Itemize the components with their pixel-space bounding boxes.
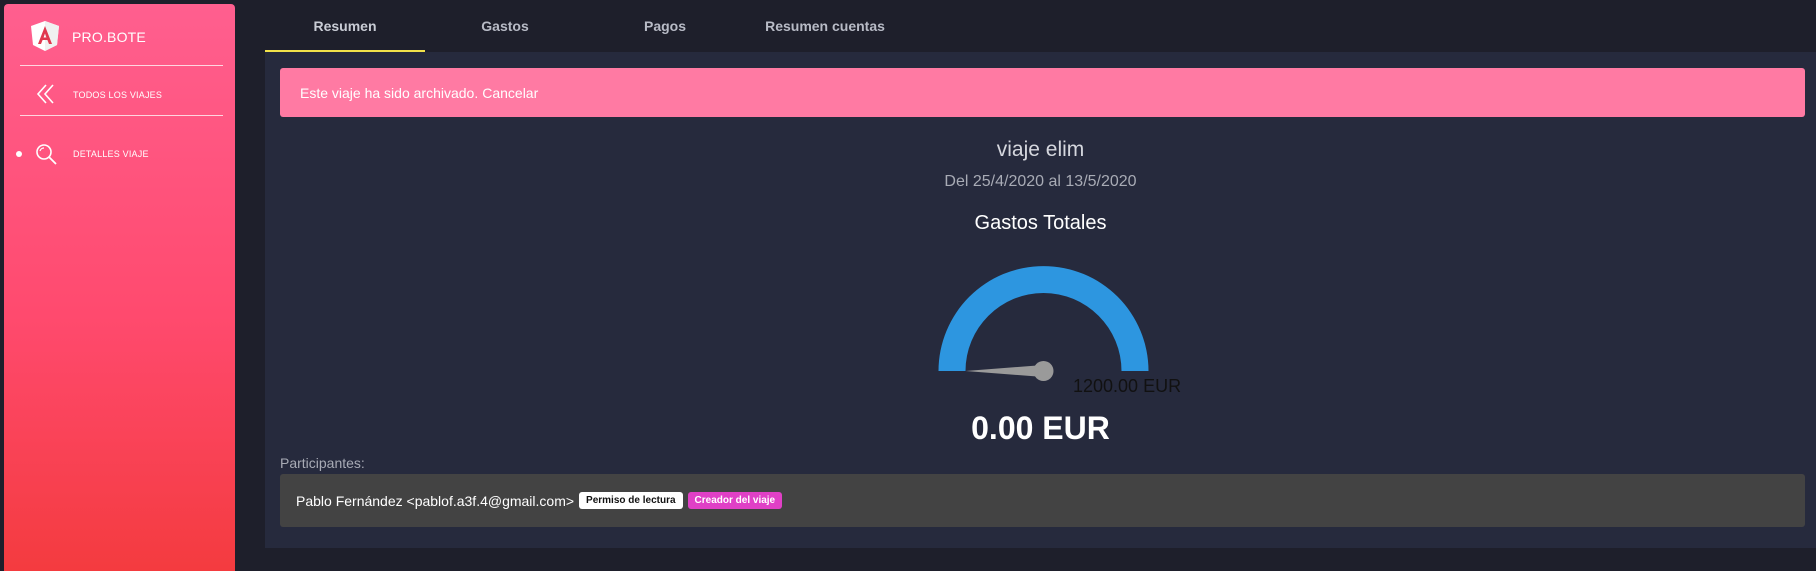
trip-creator-badge: Creador del viaje	[687, 492, 783, 509]
tab-resumen-cuentas[interactable]: Resumen cuentas	[745, 0, 905, 52]
trip-title: viaje elim	[996, 138, 1085, 161]
alert-text: Este viaje ha sido archivado.	[300, 84, 479, 101]
tab-resumen[interactable]: Resumen	[265, 0, 425, 52]
trip-dates: Del 25/4/2020 al 13/5/2020	[944, 173, 1137, 190]
total-expenses-value: 0.00 EUR	[971, 410, 1110, 446]
tab-pagos[interactable]: Pagos	[585, 0, 745, 52]
main-panel: Este viaje ha sido archivado. Cancelar v…	[265, 52, 1816, 548]
participant-name: Pablo Fernández <pablof.a3f.4@gmail.com>	[296, 492, 575, 509]
gauge-pivot	[1033, 361, 1054, 381]
sidebar-divider	[20, 65, 223, 66]
sidebar-divider	[20, 115, 223, 116]
gauge-arc	[938, 266, 1149, 371]
sidebar: PRO.BOTE TODOS LOS VIAJES DETALLES VIAJE	[4, 4, 235, 571]
brand-name: PRO.BOTE	[72, 29, 146, 45]
tab-bar: Resumen Gastos Pagos Resumen cuentas	[265, 0, 1816, 53]
archived-alert: Este viaje ha sido archivado. Cancelar	[280, 68, 1805, 117]
angular-logo-icon	[31, 21, 59, 51]
sidebar-item-label: TODOS LOS VIAJES	[73, 90, 163, 100]
cancel-archive-link[interactable]: Cancelar	[482, 85, 538, 101]
tab-gastos[interactable]: Gastos	[425, 0, 585, 52]
participants-label: Participantes:	[280, 455, 365, 471]
sidebar-item-detalles-viaje[interactable]: DETALLES VIAJE	[4, 134, 235, 174]
sidebar-item-label: DETALLES VIAJE	[73, 149, 149, 159]
double-chevron-left-icon	[36, 84, 54, 104]
read-permission-badge: Permiso de lectura	[579, 492, 683, 509]
gauge-title: Gastos Totales	[974, 212, 1107, 234]
gauge-needle	[965, 365, 1044, 377]
active-indicator-dot	[16, 151, 22, 157]
gauge-max-label: 1200.00 EUR	[1073, 376, 1181, 396]
sidebar-item-todos-los-viajes[interactable]: TODOS LOS VIAJES	[4, 74, 235, 114]
participant-row: Pablo Fernández <pablof.a3f.4@gmail.com>…	[280, 474, 1805, 527]
brand[interactable]: PRO.BOTE	[4, 4, 235, 66]
search-icon	[36, 144, 57, 165]
